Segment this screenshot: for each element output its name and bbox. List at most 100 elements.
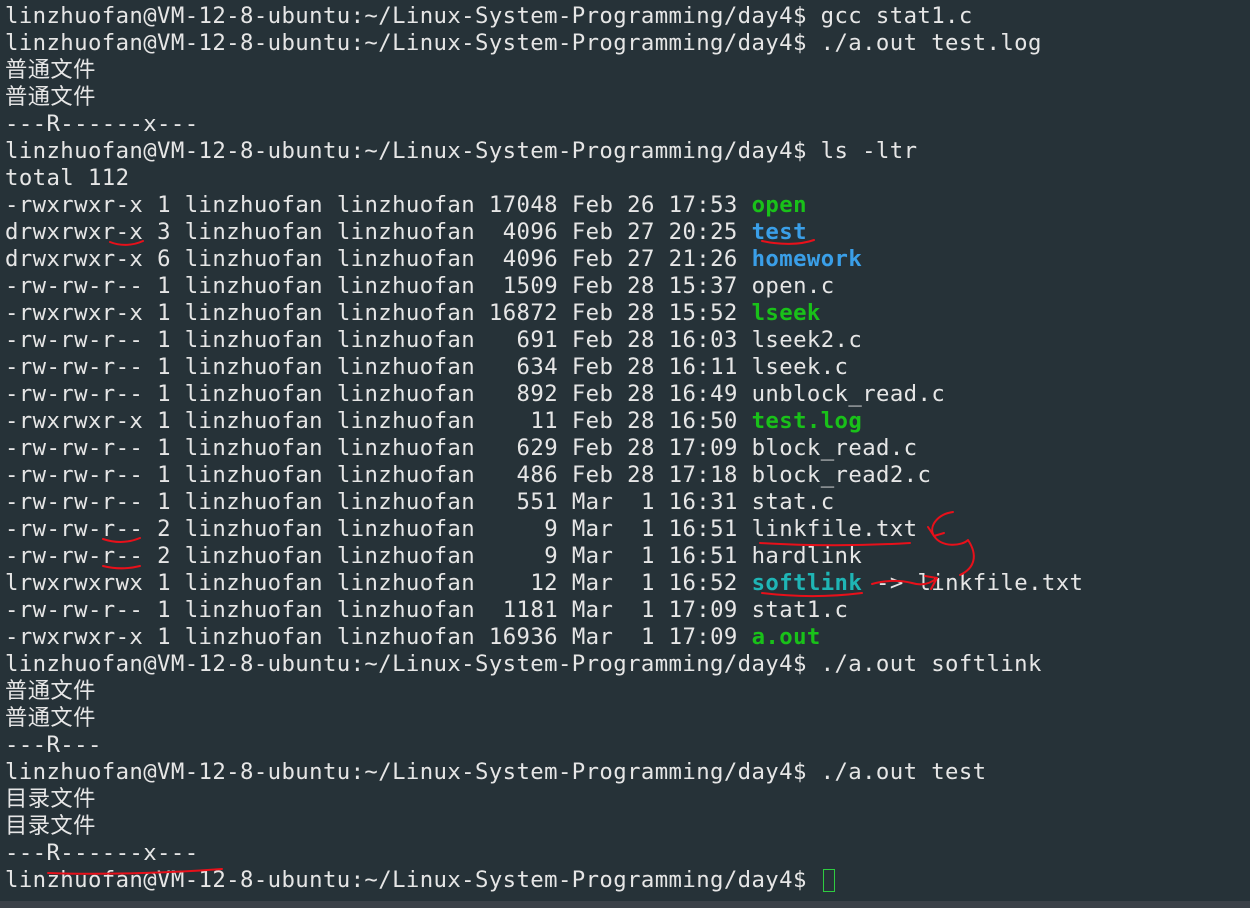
owner: linzhuofan <box>184 516 323 542</box>
output-text: 普通文件 <box>5 678 96 704</box>
command-text: ./a.out test <box>820 759 987 785</box>
link-count: 1 <box>157 354 171 380</box>
owner: linzhuofan <box>184 273 323 299</box>
file-name: open <box>751 192 807 218</box>
terminal-output: linzhuofan@VM-12-8-ubuntu:~/Linux-System… <box>5 3 1083 894</box>
time: 16:03 <box>668 327 738 353</box>
time: 16:51 <box>668 516 738 542</box>
month: Mar <box>571 516 614 542</box>
output-text: 目录文件 <box>5 786 96 812</box>
day: 1 <box>640 570 655 596</box>
ls-entry: -rwxrwxr-x 1 linzhuofan linzhuofan 11 Fe… <box>5 408 1083 435</box>
month: Feb <box>571 408 614 434</box>
day: 28 <box>627 273 655 299</box>
permissions: -rwxrwxr-x <box>5 300 144 326</box>
group: linzhuofan <box>336 381 476 407</box>
day: 27 <box>627 246 655 272</box>
file-size: 9 <box>544 543 559 569</box>
link-count: 1 <box>157 300 171 326</box>
time: 17:09 <box>668 597 738 623</box>
link-count: 1 <box>157 624 171 650</box>
permissions: -rw-rw-r-- <box>5 435 144 461</box>
output-line: total 112 <box>5 165 1083 192</box>
time: 21:26 <box>668 246 738 272</box>
day: 28 <box>627 462 655 488</box>
ls-entry: -rw-rw-r-- 1 linzhuofan linzhuofan 1509 … <box>5 273 1083 300</box>
month: Feb <box>571 300 614 326</box>
link-target: linkfile.txt <box>917 570 1084 596</box>
month: Mar <box>571 489 614 515</box>
time: 16:11 <box>668 354 738 380</box>
output-line: ---R------x--- <box>5 111 1083 138</box>
ls-entry: -rw-rw-r-- 1 linzhuofan linzhuofan 634 F… <box>5 354 1083 381</box>
group: linzhuofan <box>336 489 476 515</box>
time: 15:52 <box>668 300 738 326</box>
month: Mar <box>571 597 614 623</box>
owner: linzhuofan <box>184 435 323 461</box>
time: 16:31 <box>668 489 738 515</box>
file-size: 9 <box>544 516 559 542</box>
output-text: 普通文件 <box>5 57 96 83</box>
time: 17:09 <box>668 435 738 461</box>
month: Feb <box>571 354 614 380</box>
link-count: 1 <box>157 570 171 596</box>
output-line: 目录文件 <box>5 786 1083 813</box>
file-size: 12 <box>530 570 559 596</box>
ls-entry: -rw-rw-r-- 1 linzhuofan linzhuofan 551 M… <box>5 489 1083 516</box>
command-line: linzhuofan@VM-12-8-ubuntu:~/Linux-System… <box>5 3 1083 30</box>
owner: linzhuofan <box>184 408 323 434</box>
owner: linzhuofan <box>184 543 323 569</box>
permissions: lrwxrwxrwx <box>5 570 144 596</box>
output-text: total 112 <box>5 165 130 191</box>
file-size: 634 <box>516 354 559 380</box>
day: 28 <box>627 381 655 407</box>
month: Feb <box>571 273 614 299</box>
month: Feb <box>571 246 614 272</box>
owner: linzhuofan <box>184 192 323 218</box>
day: 27 <box>627 219 655 245</box>
output-text: ---R--- <box>5 732 102 758</box>
file-size: 11 <box>530 408 559 434</box>
file-name: a.out <box>751 624 821 650</box>
link-count: 1 <box>157 462 171 488</box>
file-size: 691 <box>516 327 559 353</box>
command-line: linzhuofan@VM-12-8-ubuntu:~/Linux-System… <box>5 30 1083 57</box>
permissions: drwxrwxr-x <box>5 219 144 245</box>
permissions: -rw-rw-r-- <box>5 381 144 407</box>
link-count: 1 <box>157 192 171 218</box>
day: 1 <box>640 543 655 569</box>
time: 17:18 <box>668 462 738 488</box>
day: 28 <box>627 327 655 353</box>
permissions: -rwxrwxr-x <box>5 192 144 218</box>
file-name: open.c <box>751 273 835 299</box>
active-prompt[interactable]: linzhuofan@VM-12-8-ubuntu:~/Linux-System… <box>5 867 1083 894</box>
group: linzhuofan <box>336 624 476 650</box>
ls-entry: -rw-rw-r-- 1 linzhuofan linzhuofan 691 F… <box>5 327 1083 354</box>
owner: linzhuofan <box>184 300 323 326</box>
month: Feb <box>571 435 614 461</box>
command-line: linzhuofan@VM-12-8-ubuntu:~/Linux-System… <box>5 138 1083 165</box>
ls-entry: -rw-rw-r-- 2 linzhuofan linzhuofan 9 Mar… <box>5 543 1083 570</box>
group: linzhuofan <box>336 408 476 434</box>
output-text: ---R------x--- <box>5 840 199 866</box>
file-name: block_read2.c <box>751 462 932 488</box>
terminal-window[interactable]: linzhuofan@VM-12-8-ubuntu:~/Linux-System… <box>0 0 1250 908</box>
output-line: 普通文件 <box>5 57 1083 84</box>
month: Feb <box>571 462 614 488</box>
owner: linzhuofan <box>184 489 323 515</box>
link-count: 2 <box>157 516 171 542</box>
time: 16:52 <box>668 570 738 596</box>
file-size: 629 <box>516 435 559 461</box>
ls-entry: -rw-rw-r-- 1 linzhuofan linzhuofan 1181 … <box>5 597 1083 624</box>
command-text: ./a.out test.log <box>820 30 1042 56</box>
group: linzhuofan <box>336 597 476 623</box>
ls-entry: drwxrwxr-x 6 linzhuofan linzhuofan 4096 … <box>5 246 1083 273</box>
prompt: linzhuofan@VM-12-8-ubuntu:~/Linux-System… <box>5 3 807 29</box>
time: 16:49 <box>668 381 738 407</box>
permissions: -rw-rw-r-- <box>5 597 144 623</box>
output-text: 普通文件 <box>5 84 96 110</box>
month: Mar <box>571 570 614 596</box>
group: linzhuofan <box>336 543 476 569</box>
cursor-icon[interactable] <box>822 869 835 892</box>
output-text: ---R------x--- <box>5 111 199 137</box>
